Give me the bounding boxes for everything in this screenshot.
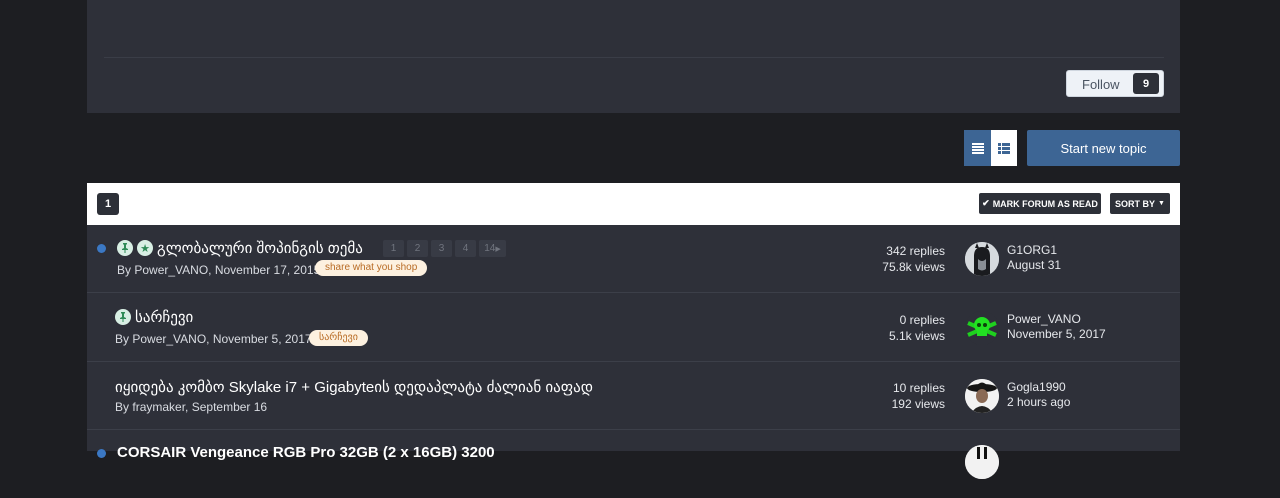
topic-pagination: 1 2 3 4 14 ▶ — [383, 240, 506, 257]
last-page-number: 14 — [484, 243, 496, 254]
separator: , — [206, 332, 213, 346]
topic-list-toolbar: 1 ✔ MARK FORUM AS READ SORT BY ▼ — [87, 183, 1180, 225]
reply-count: 342 replies — [886, 244, 945, 258]
topic-meta: By Power_VANO, November 5, 2017 — [115, 332, 312, 346]
topic-title-link[interactable]: სარჩევი — [135, 308, 193, 326]
divider — [104, 57, 1164, 58]
pin-icon — [115, 309, 131, 325]
topic-stats: 10 replies 192 views — [825, 380, 945, 412]
avatar[interactable] — [965, 379, 999, 413]
by-label: By — [117, 263, 132, 277]
topic-tag[interactable]: share what you shop — [315, 260, 428, 276]
list-view-icon — [998, 142, 1010, 154]
topic-date: November 5, 2017 — [212, 332, 312, 346]
last-poster: Gogla1990 2 hours ago — [1007, 380, 1070, 410]
by-label: By — [115, 400, 130, 414]
topic-row: იყიდება კომბო Skylake i7 + Gigabyteის დე… — [87, 362, 1180, 430]
topic-stats: 0 replies 5.1k views — [825, 312, 945, 344]
user-avatar-icon — [965, 445, 999, 479]
topic-row: CORSAIR Vengeance RGB Pro 32GB (2 x 16GB… — [87, 430, 1180, 498]
last-post-date[interactable]: November 5, 2017 — [1007, 327, 1106, 342]
list-view-button[interactable] — [991, 130, 1017, 166]
skull-crossbones-icon — [965, 311, 999, 345]
topic-tag[interactable]: სარჩევი — [309, 330, 368, 346]
topic-title-link[interactable]: გლობალური შოპინგის თემა — [157, 239, 363, 257]
last-poster-name[interactable]: Power_VANO — [1007, 312, 1106, 327]
author-link[interactable]: fraymaker — [132, 400, 185, 414]
featured-star-icon: ★ — [137, 240, 153, 256]
topic-meta: By fraymaker, September 16 — [115, 400, 267, 414]
follower-count-badge: 9 — [1133, 73, 1159, 94]
reply-count: 0 replies — [899, 313, 945, 327]
page-number-current[interactable]: 1 — [97, 193, 119, 215]
user-avatar-icon — [965, 379, 999, 413]
topic-row: სარჩევი By Power_VANO, November 5, 2017 … — [87, 293, 1180, 362]
topic-stats: 342 replies 75.8k views — [825, 243, 945, 275]
view-mode-toggle — [964, 130, 1017, 166]
pin-icon — [117, 240, 133, 256]
by-label: By — [115, 332, 130, 346]
sort-by-button[interactable]: SORT BY ▼ — [1110, 193, 1170, 214]
sort-label: SORT BY — [1115, 198, 1156, 209]
table-view-icon — [971, 142, 984, 154]
user-avatar-icon — [965, 242, 999, 276]
topic-title-link[interactable]: CORSAIR Vengeance RGB Pro 32GB (2 x 16GB… — [117, 444, 495, 461]
separator: , — [185, 400, 192, 414]
mark-read-label: MARK FORUM AS READ — [992, 198, 1098, 209]
follow-button[interactable]: Follow 9 — [1066, 70, 1164, 97]
separator: , — [208, 263, 215, 277]
topic-date: September 16 — [191, 400, 268, 414]
table-view-button[interactable] — [964, 130, 991, 166]
follow-label: Follow — [1082, 77, 1120, 92]
last-poster-name[interactable]: G1ORG1 — [1007, 243, 1061, 258]
last-poster: Power_VANO November 5, 2017 — [1007, 312, 1106, 342]
topic-list: ★ გლობალური შოპინგის თემა 1 2 3 4 14 ▶ By… — [87, 225, 1180, 479]
topic-last-page-link[interactable]: 14 ▶ — [479, 240, 506, 257]
author-link[interactable]: Power_VANO — [134, 263, 208, 277]
last-poster: G1ORG1 August 31 — [1007, 243, 1061, 273]
avatar[interactable] — [965, 242, 999, 276]
unread-indicator-icon[interactable] — [97, 449, 106, 458]
unread-indicator-icon[interactable] — [97, 244, 106, 253]
topic-page-link[interactable]: 4 — [455, 240, 476, 257]
mark-forum-read-button[interactable]: ✔ MARK FORUM AS READ — [979, 193, 1101, 214]
topic-date: November 17, 2015 — [214, 263, 321, 277]
last-poster-name[interactable]: Gogla1990 — [1007, 380, 1070, 395]
avatar[interactable] — [965, 311, 999, 345]
start-new-topic-button[interactable]: Start new topic — [1027, 130, 1180, 166]
last-post-date[interactable]: 2 hours ago — [1007, 395, 1070, 410]
reply-count: 10 replies — [892, 381, 945, 395]
view-count: 75.8k views — [882, 260, 945, 274]
topic-row: ★ გლობალური შოპინგის თემა 1 2 3 4 14 ▶ By… — [87, 225, 1180, 293]
topic-page-link[interactable]: 3 — [431, 240, 452, 257]
topic-page-link[interactable]: 2 — [407, 240, 428, 257]
last-post-date[interactable]: August 31 — [1007, 258, 1061, 273]
topic-page-link[interactable]: 1 — [383, 240, 404, 257]
topic-title-link[interactable]: იყიდება კომბო Skylake i7 + Gigabyteის დე… — [115, 378, 593, 396]
author-link[interactable]: Power_VANO — [132, 332, 206, 346]
view-count: 5.1k views — [888, 329, 945, 343]
caret-right-icon: ▶ — [495, 245, 501, 253]
avatar[interactable] — [965, 445, 999, 479]
view-count: 192 views — [891, 397, 945, 411]
topic-meta: By Power_VANO, November 17, 2015 — [117, 263, 320, 277]
caret-down-icon: ▼ — [1158, 200, 1165, 207]
check-icon: ✔ — [982, 198, 990, 208]
